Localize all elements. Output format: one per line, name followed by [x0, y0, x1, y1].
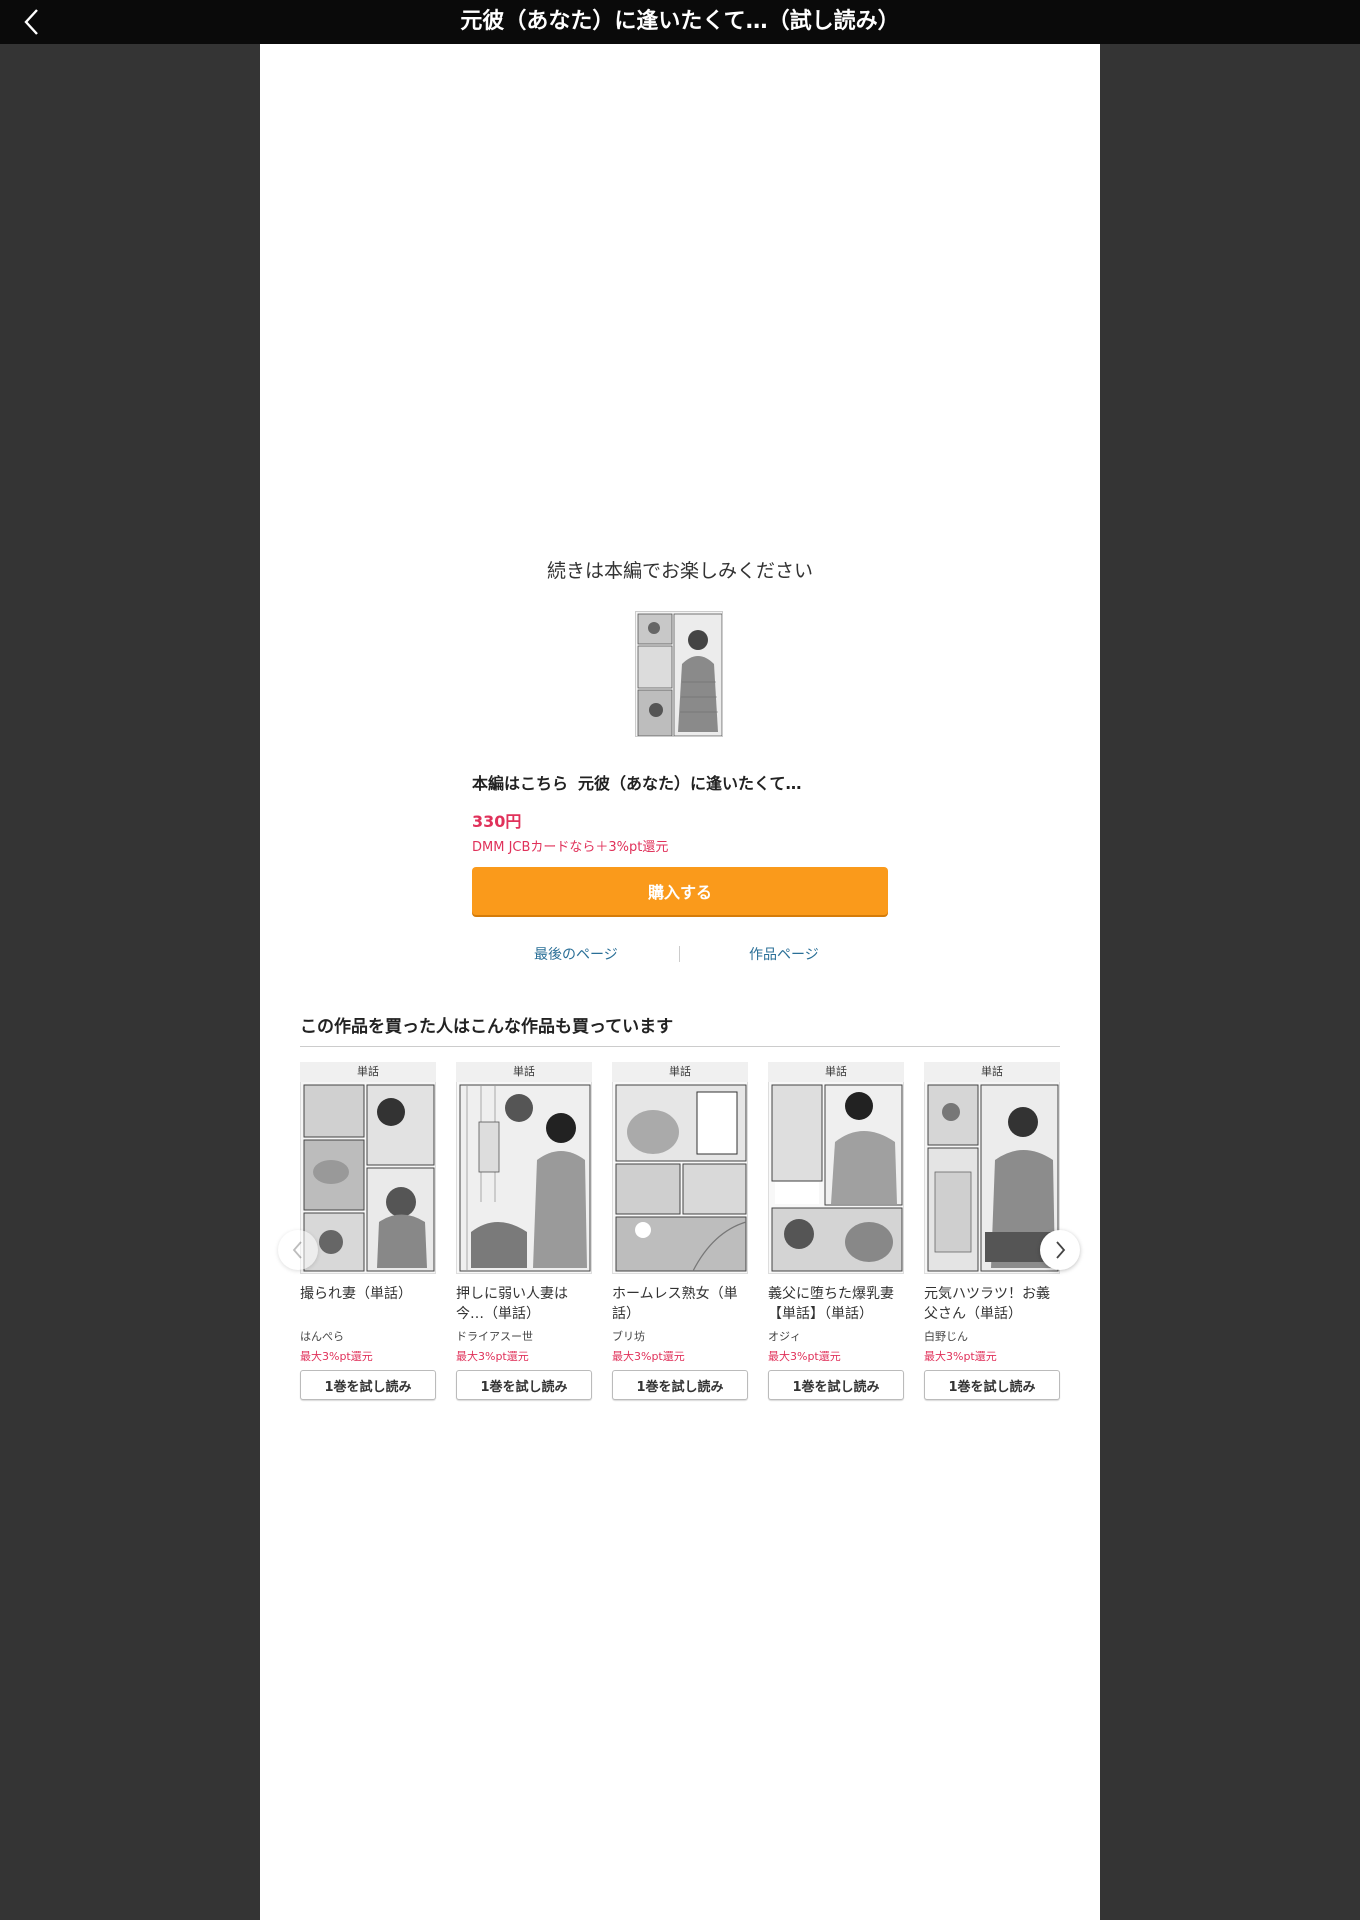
points-note: DMM JCBカードなら＋3%pt還元: [472, 840, 669, 855]
manga-cover-art: [457, 1082, 591, 1273]
card-badge: 単話: [612, 1062, 748, 1082]
manga-cover-art: [613, 1082, 747, 1273]
card-title[interactable]: 押しに弱い人妻は今…（単話）: [456, 1284, 592, 1324]
recommendation-card[interactable]: 単話 義父に堕ちた爆乳妻【単話】（単話） オジィ 最大3%pt還元 1巻を試し読…: [768, 1062, 904, 1400]
page-title: 元彼（あなた）に逢いたくて…（試し読み）: [460, 9, 900, 34]
chevron-right-icon: [1056, 1241, 1066, 1259]
price: 330円: [472, 812, 522, 831]
trial-read-button[interactable]: 1巻を試し読み: [456, 1370, 592, 1400]
recommendation-card[interactable]: 単話 ホームレス熟女（単話） ブリ坊 最大3%pt還元 1巻を試し読み: [612, 1062, 748, 1400]
trial-read-button[interactable]: 1巻を試し読み: [768, 1370, 904, 1400]
main-product-label: 本編はこちら: [472, 774, 569, 793]
card-badge: 単話: [300, 1062, 436, 1082]
buy-button[interactable]: 購入する: [472, 867, 888, 915]
top-bar: 元彼（あなた）に逢いたくて…（試し読み）: [0, 0, 1360, 44]
card-title[interactable]: 義父に堕ちた爆乳妻【単話】（単話）: [768, 1284, 904, 1324]
trial-read-button[interactable]: 1巻を試し読み: [924, 1370, 1060, 1400]
chevron-left-icon: [292, 1241, 302, 1259]
card-title[interactable]: 撮られ妻（単話）: [300, 1284, 436, 1324]
trial-read-button[interactable]: 1巻を試し読み: [612, 1370, 748, 1400]
main-product-line[interactable]: 本編はこちら 元彼（あなた）に逢いたくて…: [472, 770, 992, 794]
reader-page: 続きは本編でお楽しみください 本編はこちら 元彼（あなた）に逢いたくて… 330円…: [260, 44, 1100, 1920]
carousel-next-button[interactable]: [1040, 1230, 1080, 1270]
card-author[interactable]: ドライアスー世: [456, 1328, 592, 1344]
card-cover-image[interactable]: [768, 1082, 904, 1274]
main-cover-image[interactable]: [635, 611, 723, 737]
continue-message: 続きは本編でお楽しみください: [546, 560, 813, 582]
heading-divider: [300, 1046, 1060, 1047]
chevron-left-icon: [24, 9, 38, 35]
card-author[interactable]: はんぺら: [300, 1328, 436, 1344]
card-points: 最大3%pt還元: [768, 1350, 841, 1363]
card-badge: 単話: [924, 1062, 1060, 1082]
card-points: 最大3%pt還元: [612, 1350, 685, 1363]
work-page-link[interactable]: 作品ページ: [749, 944, 819, 964]
card-title[interactable]: ホームレス熟女（単話）: [612, 1284, 748, 1324]
manga-cover-art: [769, 1082, 903, 1273]
card-author[interactable]: 白野じん: [924, 1328, 1060, 1344]
trial-read-button[interactable]: 1巻を試し読み: [300, 1370, 436, 1400]
card-cover-image[interactable]: [612, 1082, 748, 1274]
card-points: 最大3%pt還元: [456, 1350, 529, 1363]
last-page-link[interactable]: 最後のページ: [534, 944, 618, 964]
recommendation-card[interactable]: 単話 撮られ妻（単話） はんぺら 最大3%pt還元 1巻を試し読み: [300, 1062, 436, 1400]
manga-cover-art: [636, 612, 722, 736]
card-author[interactable]: オジィ: [768, 1328, 904, 1344]
back-button[interactable]: [14, 4, 50, 40]
carousel-prev-button[interactable]: [278, 1230, 318, 1270]
recommendation-card[interactable]: 単話 元気ハツラツ！お義父さん（単話） 白野じん 最大3%pt還元 1巻を試し読…: [924, 1062, 1060, 1400]
card-points: 最大3%pt還元: [924, 1350, 997, 1363]
recommendation-carousel: 単話 撮られ妻（単話） はんぺら 最大3%pt還元 1巻を試し読み 単話 押しに…: [300, 1062, 1060, 1442]
card-cover-image[interactable]: [300, 1082, 436, 1274]
main-product-title: 元彼（あなた）に逢いたくて…: [578, 774, 802, 793]
card-author[interactable]: ブリ坊: [612, 1328, 748, 1344]
recommendations-heading: この作品を買った人はこんな作品も買っています: [300, 1017, 674, 1037]
card-badge: 単話: [768, 1062, 904, 1082]
card-title[interactable]: 元気ハツラツ！お義父さん（単話）: [924, 1284, 1060, 1324]
card-points: 最大3%pt還元: [300, 1350, 373, 1363]
card-badge: 単話: [456, 1062, 592, 1082]
link-divider: [679, 946, 680, 962]
card-cover-image[interactable]: [456, 1082, 592, 1274]
recommendation-card[interactable]: 単話 押しに弱い人妻は今…（単話） ドライアスー世 最大3%pt還元 1巻を試し…: [456, 1062, 592, 1400]
manga-cover-art: [301, 1082, 435, 1273]
